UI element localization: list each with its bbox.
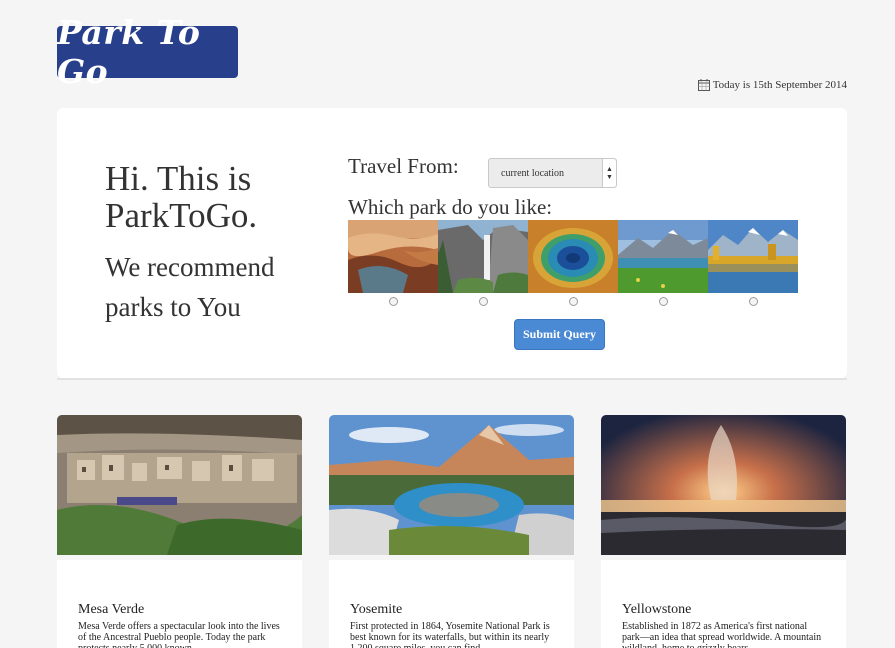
park-radio-3[interactable] xyxy=(568,297,578,306)
park-thumb-hot-spring[interactable] xyxy=(528,220,618,293)
park-radio-1[interactable] xyxy=(388,297,398,306)
travel-from-value: current location xyxy=(501,167,565,179)
hero-subtitle: We recommend parks to You xyxy=(105,252,275,322)
hero-title: Hi. This is ParkToGo. xyxy=(105,159,258,235)
park-thumb-autumn-lake[interactable] xyxy=(708,220,798,293)
hero-panel: Hi. This is ParkToGo. We recommend parks… xyxy=(57,108,847,378)
park-thumbnails xyxy=(348,220,798,293)
park-radio-5[interactable] xyxy=(748,297,758,306)
park-thumb-mountain-lake[interactable] xyxy=(618,220,708,293)
park-radio-group xyxy=(348,297,798,306)
park-thumb-canyon[interactable] xyxy=(348,220,438,293)
park-card-mesa-verde[interactable]: Mesa Verde Mesa Verde offers a spectacul… xyxy=(57,415,302,648)
card-title: Yosemite xyxy=(350,602,403,617)
park-card-yellowstone[interactable]: Yellowstone Established in 1872 as Ameri… xyxy=(601,415,846,648)
yellowstone-image xyxy=(601,415,846,555)
select-arrows-icon: ▲ ▼ xyxy=(602,159,616,187)
park-radio-4[interactable] xyxy=(658,297,668,306)
calendar-icon xyxy=(697,79,710,91)
date-text: Today is 15th September 2014 xyxy=(712,79,847,91)
date-display: Today is 15th September 2014 xyxy=(697,79,847,91)
park-thumb-waterfall[interactable] xyxy=(438,220,528,293)
submit-query-button[interactable]: Submit Query xyxy=(514,319,605,350)
park-choice-label: Which park do you like: xyxy=(348,195,553,219)
card-title: Yellowstone xyxy=(622,602,692,617)
card-body: Mesa Verde Mesa Verde offers a spectacul… xyxy=(57,560,302,648)
travel-from-select[interactable]: current location ▲ ▼ xyxy=(488,158,617,188)
card-title: Mesa Verde xyxy=(78,602,145,617)
park-card-yosemite[interactable]: Yosemite First protected in 1864, Yosemi… xyxy=(329,415,574,648)
logo[interactable]: Park To Go xyxy=(57,13,238,91)
section-divider xyxy=(57,378,847,380)
card-text: Established in 1872 as America's first n… xyxy=(622,621,822,648)
card-text: First protected in 1864, Yosemite Nation… xyxy=(350,621,550,648)
card-body: Yellowstone Established in 1872 as Ameri… xyxy=(601,560,846,648)
mesa-verde-image xyxy=(57,415,302,555)
yosemite-image xyxy=(329,415,574,555)
card-text: Mesa Verde offers a spectacular look int… xyxy=(78,621,280,648)
card-body: Yosemite First protected in 1864, Yosemi… xyxy=(329,560,574,648)
travel-from-label: Travel From: xyxy=(348,154,459,178)
park-radio-2[interactable] xyxy=(478,297,488,306)
